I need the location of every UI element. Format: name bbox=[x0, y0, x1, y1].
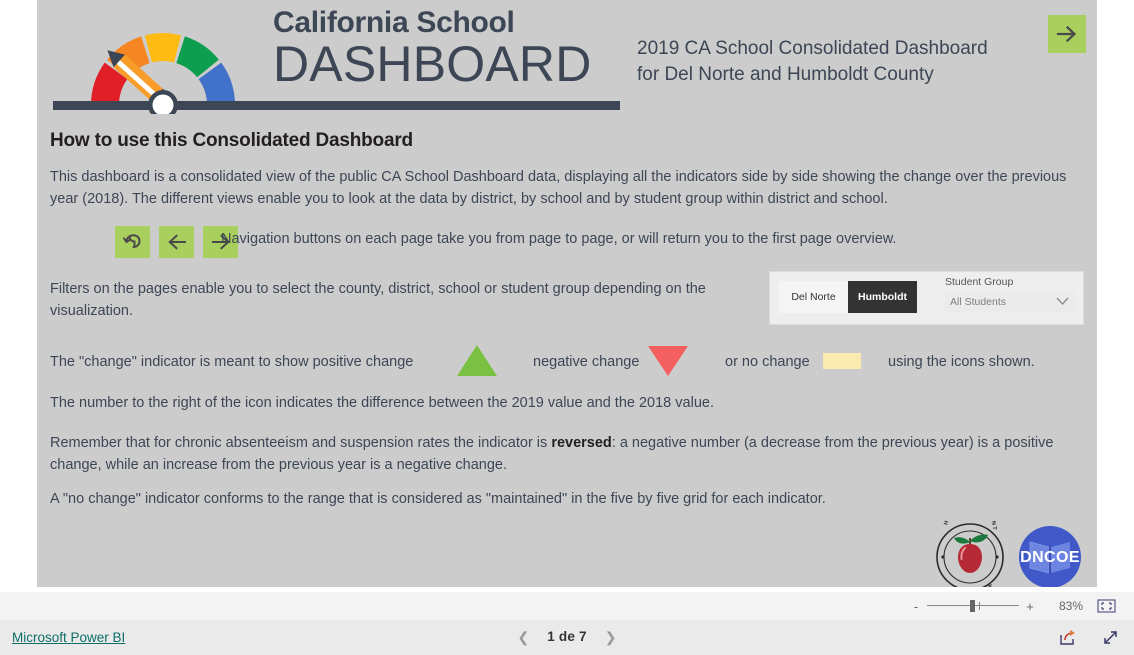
fit-to-page-button[interactable] bbox=[1097, 599, 1116, 613]
intro-paragraph: This dashboard is a consolidated view of… bbox=[50, 169, 1067, 207]
logos-svg: HUMBOLDT COUNTY OFFICE OF EDUCATION bbox=[929, 502, 1081, 587]
arrow-right-icon bbox=[1056, 25, 1077, 43]
navigation-paragraph: Navigation buttons on each page take you… bbox=[221, 231, 897, 247]
report-canvas: California School DASHBOARD 2019 CA Scho… bbox=[37, 0, 1097, 587]
ca-school-dashboard-logo: California School DASHBOARD bbox=[45, 2, 628, 120]
zoom-controls: - + 83% bbox=[909, 592, 1116, 620]
zoom-out-button[interactable]: - bbox=[909, 600, 923, 613]
next-page-chevron[interactable]: ❯ bbox=[605, 630, 617, 644]
pagination-controls: ❮ 1 de 7 ❯ bbox=[467, 629, 667, 644]
header-next-page-button[interactable] bbox=[1048, 15, 1086, 53]
report-title-line1: 2019 CA School Consolidated Dashboard bbox=[637, 38, 988, 59]
county-toggle-group: Del Norte Humboldt bbox=[779, 281, 917, 313]
no-change-paragraph: A "no change" indicator conforms to the … bbox=[50, 491, 826, 507]
report-viewport: California School DASHBOARD 2019 CA Scho… bbox=[0, 0, 1134, 592]
county-toggle-del-norte[interactable]: Del Norte bbox=[779, 281, 848, 313]
fullscreen-icon bbox=[1104, 631, 1117, 644]
humboldt-county-office-of-education-logo: HUMBOLDT COUNTY OFFICE OF EDUCATION bbox=[929, 502, 1004, 587]
zoom-percent-label: 83% bbox=[1058, 599, 1083, 613]
chevron-down-icon bbox=[1056, 297, 1069, 305]
zoom-toolbar: - + 83% bbox=[0, 592, 1134, 621]
previous-page-button[interactable] bbox=[159, 226, 194, 258]
return-to-overview-button[interactable] bbox=[115, 226, 150, 258]
logo-line-dashboard: DASHBOARD bbox=[273, 36, 592, 92]
reversed-text-before: Remember that for chronic absenteeism an… bbox=[50, 435, 552, 451]
student-group-label: Student Group bbox=[945, 276, 1014, 288]
change-legend-positive-text: The "change" indicator is meant to show … bbox=[50, 354, 414, 370]
status-bar-icons bbox=[1059, 629, 1120, 646]
page-indicator-label: 1 de 7 bbox=[547, 629, 587, 644]
filters-paragraph: Filters on the pages enable you to selec… bbox=[50, 281, 706, 319]
number-explanation-paragraph: The number to the right of the icon indi… bbox=[50, 395, 714, 411]
student-group-value: All Students bbox=[950, 296, 1007, 308]
undo-arrow-icon bbox=[122, 234, 141, 248]
positive-change-triangle-icon bbox=[457, 345, 497, 376]
reversed-keyword: reversed bbox=[551, 435, 612, 451]
status-bar: Microsoft Power BI ❮ 1 de 7 ❯ bbox=[0, 620, 1134, 655]
navigation-buttons-group bbox=[115, 226, 238, 258]
no-change-box-icon bbox=[823, 353, 861, 369]
microsoft-power-bi-link[interactable]: Microsoft Power BI bbox=[12, 630, 125, 645]
arrow-left-icon bbox=[167, 234, 186, 250]
filter-panel-illustration: Del Norte Humboldt Student Group All Stu… bbox=[769, 271, 1084, 325]
logo-line-california-school: California School bbox=[273, 6, 515, 39]
county-toggle-humboldt[interactable]: Humboldt bbox=[848, 281, 917, 313]
report-title: 2019 CA School Consolidated Dashboard fo… bbox=[637, 36, 1037, 88]
change-indicator-legend-row: The "change" indicator is meant to show … bbox=[50, 345, 1080, 379]
report-title-line2: for Del Norte and Humboldt County bbox=[637, 64, 934, 85]
page-heading: How to use this Consolidated Dashboard bbox=[50, 130, 413, 151]
organization-logos: HUMBOLDT COUNTY OFFICE OF EDUCATION bbox=[929, 502, 1087, 587]
previous-page-chevron[interactable]: ❮ bbox=[518, 630, 530, 644]
student-group-select[interactable]: All Students bbox=[945, 291, 1075, 313]
zoom-slider-tick bbox=[979, 602, 980, 610]
zoom-in-button[interactable]: + bbox=[1023, 600, 1037, 613]
change-legend-negative-text: negative change bbox=[533, 354, 640, 370]
student-group-filter: Student Group All Students bbox=[945, 276, 1075, 313]
fullscreen-button[interactable] bbox=[1102, 629, 1120, 646]
change-legend-suffix-text: using the icons shown. bbox=[888, 354, 1035, 370]
share-icon bbox=[1060, 630, 1075, 645]
reversed-indicator-paragraph: Remember that for chronic absenteeism an… bbox=[50, 432, 1070, 476]
change-legend-nochange-text: or no change bbox=[725, 354, 810, 370]
negative-change-triangle-icon bbox=[648, 346, 688, 376]
dncoe-logo: DNCOE bbox=[1019, 526, 1081, 587]
logo-wordmark: California School DASHBOARD bbox=[273, 6, 618, 92]
share-button[interactable] bbox=[1059, 629, 1077, 646]
report-header: California School DASHBOARD 2019 CA Scho… bbox=[37, 0, 1097, 120]
zoom-slider[interactable] bbox=[927, 599, 1019, 613]
fit-to-page-icon bbox=[1097, 599, 1116, 613]
zoom-slider-thumb[interactable] bbox=[970, 600, 975, 612]
dncoe-logo-text: DNCOE bbox=[1020, 549, 1080, 566]
